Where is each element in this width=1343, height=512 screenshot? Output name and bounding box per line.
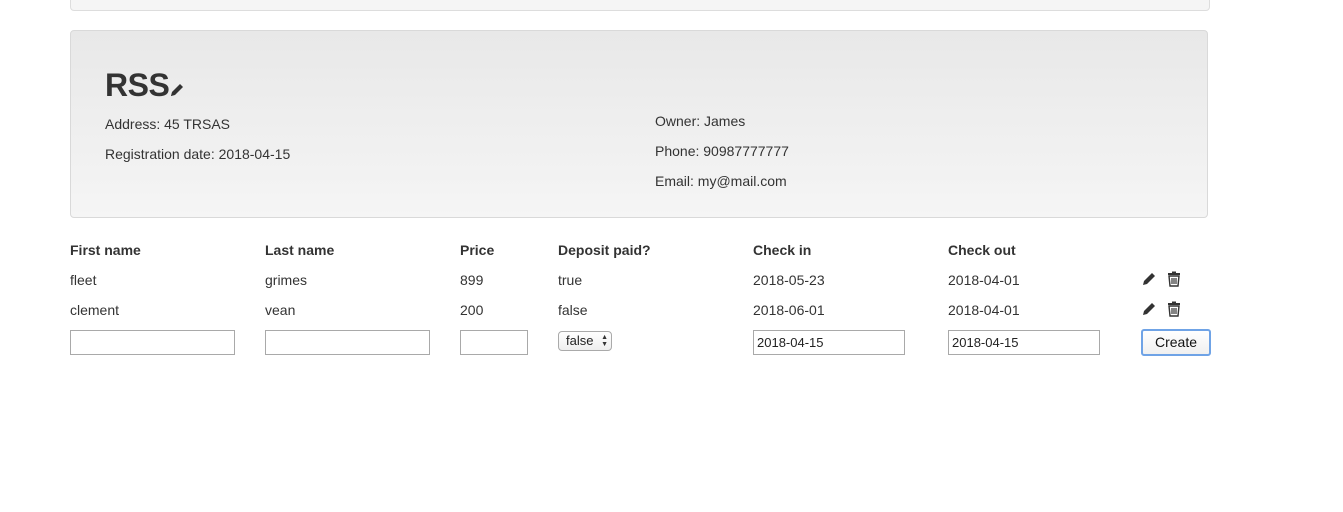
header-last-name: Last name [265, 242, 335, 258]
select-arrows-icon: ▲ ▼ [601, 334, 608, 348]
hotel-registration-date: Registration date: 2018-04-15 [105, 146, 291, 162]
cell-first-name: fleet [70, 272, 97, 288]
edit-row-pencil-icon[interactable] [1141, 271, 1157, 287]
header-deposit-paid: Deposit paid? [558, 242, 651, 258]
cell-check-in: 2018-05-23 [753, 272, 825, 288]
cell-deposit: true [558, 272, 583, 288]
hotel-email: Email: my@mail.com [655, 173, 787, 189]
edit-hotel-pencil-icon[interactable] [169, 82, 185, 98]
cell-check-in: 2018-06-01 [753, 302, 825, 318]
cell-check-out: 2018-04-01 [948, 302, 1020, 318]
delete-row-trash-icon[interactable] [1166, 271, 1182, 287]
check-out-input[interactable] [948, 330, 1100, 355]
last-name-input[interactable] [265, 330, 430, 355]
hotel-address: Address: 45 TRSAS [105, 116, 231, 132]
edit-row-pencil-icon[interactable] [1141, 301, 1157, 317]
price-input[interactable] [460, 330, 528, 355]
cell-last-name: vean [265, 302, 296, 318]
cell-price: 899 [460, 272, 484, 288]
deposit-paid-selected-value: false [566, 333, 594, 348]
header-check-in: Check in [753, 242, 812, 258]
hotel-owner: Owner: James [655, 113, 746, 129]
hotel-phone: Phone: 90987777777 [655, 143, 789, 159]
previous-panel [70, 0, 1210, 11]
hotel-name: RSS [105, 67, 170, 103]
header-check-out: Check out [948, 242, 1016, 258]
cell-deposit: false [558, 302, 588, 318]
cell-check-out: 2018-04-01 [948, 272, 1020, 288]
delete-row-trash-icon[interactable] [1166, 301, 1182, 317]
header-first-name: First name [70, 242, 141, 258]
header-price: Price [460, 242, 495, 258]
cell-first-name: clement [70, 302, 120, 318]
deposit-paid-select[interactable]: false ▲ ▼ [558, 331, 612, 351]
first-name-input[interactable] [70, 330, 235, 355]
cell-last-name: grimes [265, 272, 308, 288]
create-button[interactable]: Create [1141, 329, 1211, 356]
cell-price: 200 [460, 302, 484, 318]
check-in-input[interactable] [753, 330, 905, 355]
hotel-info-panel: RSS Address: 45 TRSAS Registration date:… [70, 30, 1208, 218]
